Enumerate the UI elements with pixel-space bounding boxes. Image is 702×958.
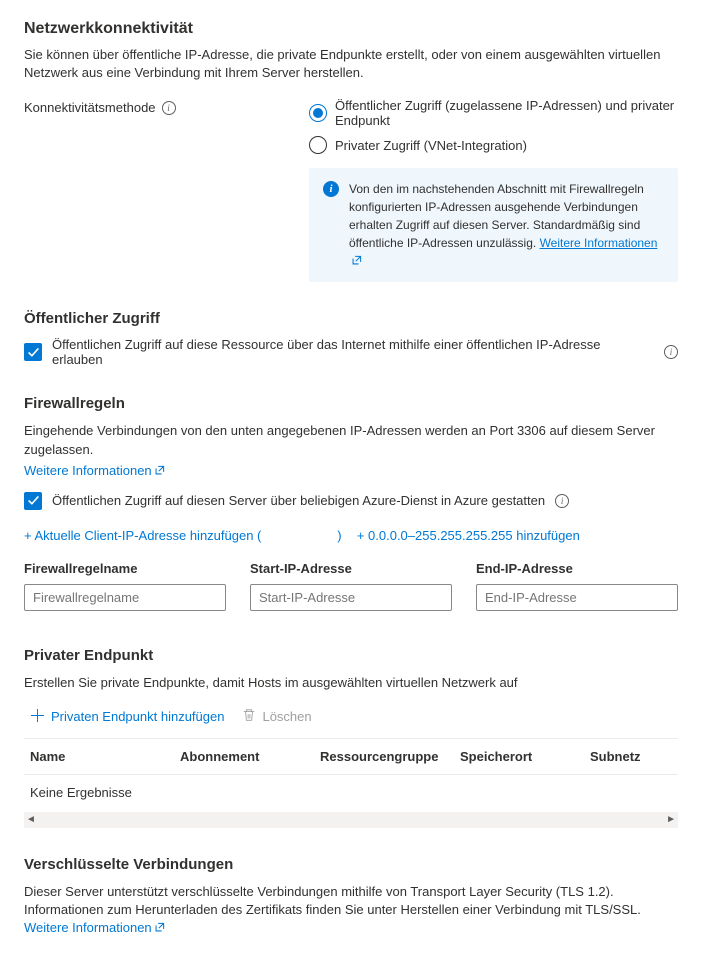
connectivity-method-label: Konnektivitätsmethode <box>24 100 156 115</box>
external-link-icon <box>349 254 362 268</box>
add-private-endpoint-button[interactable]: Privaten Endpunkt hinzufügen <box>30 708 224 726</box>
private-endpoint-title: Privater Endpunkt <box>24 647 678 664</box>
connectivity-method-row: Konnektivitätsmethode i Öffentlicher Zug… <box>24 98 678 282</box>
radio-public-label: Öffentlicher Zugriff (zugelassene IP-Adr… <box>335 98 678 128</box>
external-link-icon <box>152 463 165 478</box>
endpoint-no-results: Keine Ergebnisse <box>24 775 678 810</box>
connectivity-radio-group: Öffentlicher Zugriff (zugelassene IP-Adr… <box>309 98 678 154</box>
firewall-end-ip-input[interactable] <box>476 584 678 611</box>
delete-endpoint-button: Löschen <box>242 708 311 725</box>
info-box-text: Von den im nachstehenden Abschnitt mit F… <box>349 180 664 270</box>
firewall-col-name-header: Firewallregelname <box>24 561 226 576</box>
firewall-col-start-header: Start-IP-Adresse <box>250 561 452 576</box>
azure-services-checkbox-label: Öffentlichen Zugriff auf diesen Server ü… <box>52 493 545 508</box>
add-all-ips-link[interactable]: + 0.0.0.0–255.255.255.255 hinzufügen <box>357 528 580 543</box>
trash-icon <box>242 708 256 725</box>
radio-private-label: Privater Zugriff (VNet-Integration) <box>335 138 527 153</box>
network-connectivity-description: Sie können über öffentliche IP-Adresse, … <box>24 46 678 82</box>
scroll-left-arrow-icon[interactable]: ◄ <box>26 814 36 825</box>
endpoint-col-subscription[interactable]: Abonnement <box>180 749 320 764</box>
radio-selected-icon <box>309 104 327 122</box>
endpoint-col-resourcegroup[interactable]: Ressourcengruppe <box>320 749 460 764</box>
info-circle-icon: i <box>323 181 339 197</box>
endpoint-table-header: Name Abonnement Ressourcengruppe Speiche… <box>24 738 678 775</box>
firewall-col-end-header: End-IP-Adresse <box>476 561 678 576</box>
encrypted-more-info-link[interactable]: Weitere Informationen <box>24 920 165 935</box>
external-link-icon <box>152 920 165 935</box>
firewall-start-ip-input[interactable] <box>250 584 452 611</box>
public-access-checkbox[interactable] <box>24 343 42 361</box>
connectivity-info-box: i Von den im nachstehenden Abschnitt mit… <box>309 168 678 282</box>
horizontal-scrollbar[interactable]: ◄ ► <box>24 812 678 828</box>
firewall-name-input[interactable] <box>24 584 226 611</box>
endpoint-col-location[interactable]: Speicherort <box>460 749 590 764</box>
firewall-description: Eingehende Verbindungen von den unten an… <box>24 422 678 458</box>
public-access-checkbox-label: Öffentlichen Zugriff auf diese Ressource… <box>52 337 654 367</box>
network-connectivity-title: Netzwerkkonnektivität <box>24 20 678 38</box>
private-endpoint-description: Erstellen Sie private Endpunkte, damit H… <box>24 674 678 692</box>
plus-icon <box>30 708 45 726</box>
info-icon[interactable]: i <box>664 345 678 359</box>
azure-services-checkbox[interactable] <box>24 492 42 510</box>
firewall-more-info-link[interactable]: Weitere Informationen <box>24 463 165 478</box>
scroll-right-arrow-icon[interactable]: ► <box>666 814 676 825</box>
checkmark-icon <box>27 346 40 359</box>
encrypted-connections-title: Verschlüsselte Verbindungen <box>24 856 678 873</box>
public-access-title: Öffentlicher Zugriff <box>24 310 678 327</box>
firewall-title: Firewallregeln <box>24 395 678 412</box>
info-icon[interactable]: i <box>555 494 569 508</box>
radio-public-access[interactable]: Öffentlicher Zugriff (zugelassene IP-Adr… <box>309 98 678 128</box>
endpoint-col-subnet[interactable]: Subnetz <box>590 749 672 764</box>
checkmark-icon <box>27 494 40 507</box>
info-icon[interactable]: i <box>162 101 176 115</box>
firewall-rules-table: Firewallregelname Start-IP-Adresse End-I… <box>24 561 678 611</box>
endpoint-col-name[interactable]: Name <box>30 749 180 764</box>
radio-private-access[interactable]: Privater Zugriff (VNet-Integration) <box>309 136 678 154</box>
add-client-ip-link[interactable]: + Aktuelle Client-IP-Adresse hinzufügen … <box>24 528 342 543</box>
radio-unselected-icon <box>309 136 327 154</box>
encrypted-connections-description: Dieser Server unterstützt verschlüsselte… <box>24 883 678 938</box>
